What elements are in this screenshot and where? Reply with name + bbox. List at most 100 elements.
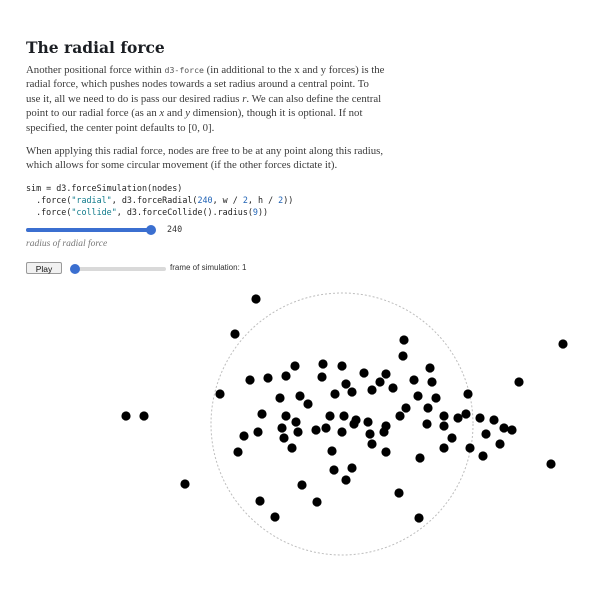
simulation-controls: Play frame of simulation: 1 [26, 262, 326, 276]
node [388, 383, 398, 393]
node [359, 368, 369, 378]
inline-code: d3-force [164, 65, 204, 75]
node [290, 361, 300, 371]
node [395, 411, 405, 421]
node [394, 488, 404, 498]
node [379, 427, 389, 437]
node [233, 447, 243, 457]
node [121, 411, 131, 421]
node [253, 427, 263, 437]
node [507, 425, 517, 435]
node [180, 479, 190, 489]
node [293, 427, 303, 437]
node [401, 403, 411, 413]
radius-slider[interactable]: 240 [26, 223, 326, 237]
node [546, 459, 556, 469]
node [281, 371, 291, 381]
node [297, 480, 307, 490]
node [558, 339, 568, 349]
node [245, 375, 255, 385]
node [409, 375, 419, 385]
code-block: sim = d3.forceSimulation(nodes) .force("… [26, 182, 294, 217]
node [439, 443, 449, 453]
node [339, 411, 349, 421]
node [215, 389, 225, 399]
node [295, 391, 305, 401]
node [341, 379, 351, 389]
node [439, 421, 449, 431]
paragraph-intro: Another positional force within d3-force… [26, 64, 385, 134]
radial-ring [210, 292, 474, 556]
node [281, 411, 291, 421]
node [349, 419, 359, 429]
node [239, 431, 249, 441]
node [330, 389, 340, 399]
node [255, 496, 265, 506]
node [337, 361, 347, 371]
node [461, 409, 471, 419]
node [425, 363, 435, 373]
node [347, 387, 357, 397]
node [427, 377, 437, 387]
radius-slider-caption: radius of radial force [26, 239, 108, 249]
node [287, 443, 297, 453]
play-button[interactable]: Play [26, 262, 62, 274]
node [327, 446, 337, 456]
node [257, 409, 267, 419]
frame-slider[interactable] [70, 264, 166, 274]
node [514, 377, 524, 387]
node-group [121, 294, 568, 523]
node [413, 391, 423, 401]
node [312, 497, 322, 507]
node [422, 419, 432, 429]
node [423, 403, 433, 413]
node [495, 439, 505, 449]
node [251, 294, 261, 304]
simulation-canvas [121, 292, 568, 556]
node [414, 513, 424, 523]
node [341, 475, 351, 485]
node [367, 385, 377, 395]
node [453, 413, 463, 423]
node [478, 451, 488, 461]
frame-slider-thumb[interactable] [70, 264, 80, 274]
node [311, 425, 321, 435]
node [367, 439, 377, 449]
paragraph-radial: When applying this radial force, nodes a… [26, 145, 384, 172]
node [465, 443, 475, 453]
radius-slider-track[interactable] [26, 225, 156, 235]
node [318, 359, 328, 369]
radius-slider-fill [26, 228, 151, 232]
node [415, 453, 425, 463]
node [363, 417, 373, 427]
node [398, 351, 408, 361]
node [325, 411, 335, 421]
node [317, 372, 327, 382]
node [475, 413, 485, 423]
node [263, 373, 273, 383]
node [365, 429, 375, 439]
node [447, 433, 457, 443]
node [439, 411, 449, 421]
node [270, 512, 280, 522]
node [303, 399, 313, 409]
page-title: The radial force [26, 38, 165, 57]
node [381, 447, 391, 457]
frame-label: frame of simulation: 1 [170, 263, 247, 272]
node [277, 423, 287, 433]
node [321, 423, 331, 433]
node [499, 423, 509, 433]
node [279, 433, 289, 443]
node [375, 377, 385, 387]
node [291, 417, 301, 427]
node [329, 465, 339, 475]
node [481, 429, 491, 439]
node [139, 411, 149, 421]
radius-slider-thumb[interactable] [146, 225, 156, 235]
node [347, 463, 357, 473]
node [463, 389, 473, 399]
node [381, 369, 391, 379]
node [431, 393, 441, 403]
node [230, 329, 240, 339]
node [489, 415, 499, 425]
